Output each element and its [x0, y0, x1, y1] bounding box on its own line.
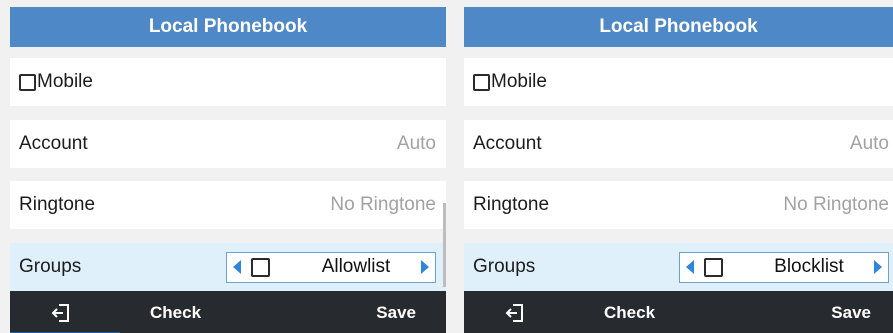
ringtone-row[interactable]: Ringtone No Ringtone	[464, 181, 893, 229]
exit-icon	[51, 304, 69, 322]
account-row[interactable]: Account Auto	[10, 120, 446, 168]
softkey-bar: Check Save	[10, 291, 446, 333]
page-title: Local Phonebook	[148, 16, 308, 37]
scrollbar[interactable]	[443, 203, 446, 287]
exit-icon	[505, 304, 523, 322]
ringtone-value: No Ringtone	[783, 194, 889, 215]
ringtone-label: Ringtone	[19, 194, 96, 215]
account-label: Account	[19, 133, 88, 154]
ringtone-row[interactable]: Ringtone No Ringtone	[10, 181, 446, 229]
groups-value: Blocklist	[774, 256, 844, 277]
groups-selector[interactable]: Allowlist	[226, 251, 436, 283]
mobile-label: Mobile	[37, 71, 93, 92]
title-bar: Local Phonebook	[10, 7, 446, 47]
mobile-row[interactable]: Mobile	[10, 58, 446, 106]
groups-label: Groups	[19, 256, 82, 277]
groups-row[interactable]: Groups Allowlist	[10, 243, 446, 291]
mobile-checkbox[interactable]	[19, 73, 36, 91]
phonebook-screen-blocklist: Local Phonebook Mobile Account Auto Ring…	[464, 7, 893, 333]
mobile-row[interactable]: Mobile	[464, 58, 893, 106]
mobile-checkbox-label[interactable]: Mobile	[19, 71, 93, 93]
arrow-left-icon[interactable]	[233, 260, 241, 274]
arrow-right-icon[interactable]	[421, 260, 429, 274]
title-bar: Local Phonebook	[464, 7, 893, 47]
stage: Local Phonebook Mobile Account Auto Ring…	[0, 0, 893, 333]
ringtone-label: Ringtone	[473, 194, 550, 215]
phonebook-screen-allowlist: Local Phonebook Mobile Account Auto Ring…	[10, 7, 446, 333]
mobile-checkbox[interactable]	[473, 73, 490, 91]
softkey-bar: Check Save	[464, 291, 893, 333]
groups-selector[interactable]: Blocklist	[679, 251, 889, 283]
check-softkey[interactable]: Check	[150, 291, 201, 333]
page-title: Local Phonebook	[599, 16, 758, 37]
group-checkbox[interactable]	[251, 257, 270, 277]
groups-value: Allowlist	[321, 256, 391, 277]
mobile-checkbox-label[interactable]: Mobile	[473, 71, 547, 93]
account-value: Auto	[849, 133, 889, 154]
arrow-right-icon[interactable]	[874, 260, 882, 274]
exit-softkey[interactable]	[50, 291, 72, 333]
exit-softkey[interactable]	[504, 291, 526, 333]
save-softkey[interactable]: Save	[831, 291, 871, 333]
ringtone-value: No Ringtone	[330, 194, 436, 215]
check-softkey[interactable]: Check	[604, 291, 655, 333]
save-softkey[interactable]: Save	[376, 291, 416, 333]
group-checkbox[interactable]	[704, 257, 723, 277]
groups-label: Groups	[473, 256, 536, 277]
account-row[interactable]: Account Auto	[464, 120, 893, 168]
account-label: Account	[473, 133, 542, 154]
mobile-label: Mobile	[491, 71, 547, 92]
arrow-left-icon[interactable]	[686, 260, 694, 274]
account-value: Auto	[396, 133, 436, 154]
groups-row[interactable]: Groups Blocklist	[464, 243, 893, 291]
